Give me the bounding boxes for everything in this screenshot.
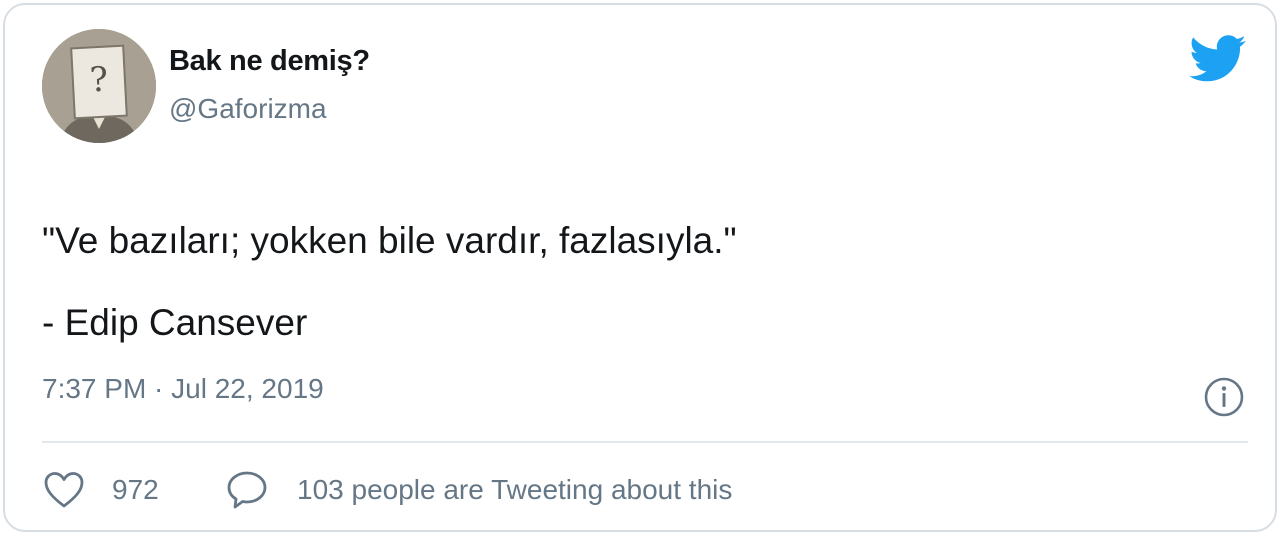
reply-button[interactable]: 103 people are Tweeting about this bbox=[225, 467, 732, 513]
speech-bubble-icon bbox=[227, 471, 267, 509]
author-handle[interactable]: @Gaforizma bbox=[169, 93, 327, 125]
avatar-image: ? bbox=[42, 29, 156, 143]
tweet-quote: "Ve bazıları; yokken bile vardır, fazlas… bbox=[42, 220, 737, 261]
avatar[interactable]: ? bbox=[42, 29, 156, 143]
tweet-card: ? Bak ne demiş? @Gaforizma "Ve bazıları;… bbox=[3, 3, 1277, 532]
tweet-attribution: - Edip Cansever bbox=[42, 302, 308, 343]
author-display-name[interactable]: Bak ne demiş? bbox=[169, 45, 370, 78]
reply-text: 103 people are Tweeting about this bbox=[297, 474, 733, 505]
info-icon[interactable] bbox=[1203, 376, 1245, 418]
tweet-text: "Ve bazıları; yokken bile vardır, fazlas… bbox=[42, 175, 737, 307]
divider bbox=[42, 441, 1248, 443]
twitter-bird-icon[interactable] bbox=[1189, 35, 1247, 83]
tweet-timestamp[interactable]: 7:37 PM · Jul 22, 2019 bbox=[42, 373, 324, 405]
like-button[interactable]: 972 bbox=[42, 467, 159, 513]
heart-icon bbox=[44, 472, 84, 508]
like-count: 972 bbox=[112, 474, 159, 505]
svg-text:?: ? bbox=[89, 60, 109, 101]
